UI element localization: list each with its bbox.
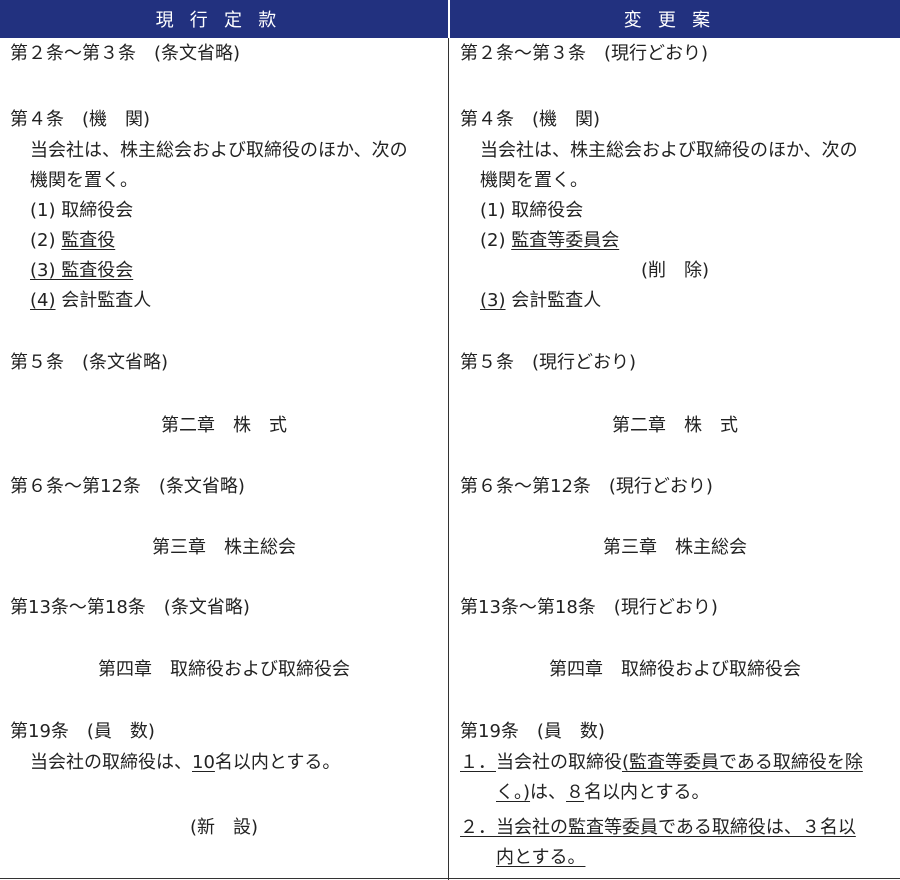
new-provision-note: (新 設) [189,817,259,838]
article-19-paragraph-1-line1: １．当会社の取締役(監査等委員である取締役を除 [460,752,863,773]
organ-item-3: (3) 監査役会 [30,260,134,281]
article-4-body-line1: 当会社は、株主総会および取締役のほか、次の [30,140,408,161]
article-6-12: 第６条～第12条 (現行どおり) [460,476,713,497]
table-header: 現行定款 変更案 [0,0,900,38]
chapter-2-heading: 第二章 株 式 [161,415,287,436]
organ-item-1: (1) 取締役会 [480,200,584,221]
article-13-18: 第13条～第18条 (現行どおり) [460,597,718,618]
column-divider [448,38,449,880]
article-2-3: 第２条～第３条 (現行どおり) [460,43,709,64]
article-4-title: 第４条 (機 関) [460,109,601,130]
article-19-body: 当会社の取締役は、10名以内とする。 [30,752,341,773]
chapter-4-heading: 第四章 取締役および取締役会 [98,659,350,680]
organ-item-3: (3) 会計監査人 [480,290,602,311]
organ-item-2: (2) 監査等委員会 [480,230,620,251]
chapter-2-heading: 第二章 株 式 [612,415,738,436]
chapter-4-heading: 第四章 取締役および取締役会 [549,659,801,680]
header-current-articles: 現行定款 [0,0,450,38]
article-19-paragraph-2-line2: 内とする。 [496,847,586,868]
article-4-title: 第４条 (機 関) [10,109,151,130]
organ-item-1: (1) 取締役会 [30,200,134,221]
article-2-3: 第２条～第３条 (条文省略) [10,43,241,64]
article-19-title: 第19条 (員 数) [460,721,605,742]
article-13-18: 第13条～第18条 (条文省略) [10,597,250,618]
proposed-changes-column: 第２条～第３条 (現行どおり) 第４条 (機 関) 当会社は、株主総会および取締… [450,38,900,880]
article-5: 第５条 (現行どおり) [460,352,637,373]
organ-item-4: (4) 会計監査人 [30,290,152,311]
chapter-3-heading: 第三章 株主総会 [152,537,296,558]
organ-item-2: (2) 監査役 [30,230,116,251]
header-proposed-changes: 変更案 [450,0,900,38]
article-4-body-line2: 機関を置く。 [480,170,588,191]
deleted-note: (削 除) [640,260,710,281]
article-4-body-line2: 機関を置く。 [30,170,138,191]
chapter-3-heading: 第三章 株主総会 [603,537,747,558]
current-articles-column: 第２条～第３条 (条文省略) 第４条 (機 関) 当会社は、株主総会および取締役… [0,38,448,880]
article-5: 第５条 (条文省略) [10,352,169,373]
article-19-paragraph-2-line1: ２．当会社の監査等委員である取締役は、３名以 [460,817,856,838]
article-19-paragraph-1-line2: く。)は、８名以内とする。 [496,782,710,803]
article-4-body-line1: 当会社は、株主総会および取締役のほか、次の [480,140,858,161]
article-6-12: 第６条～第12条 (条文省略) [10,476,245,497]
article-19-title: 第19条 (員 数) [10,721,155,742]
